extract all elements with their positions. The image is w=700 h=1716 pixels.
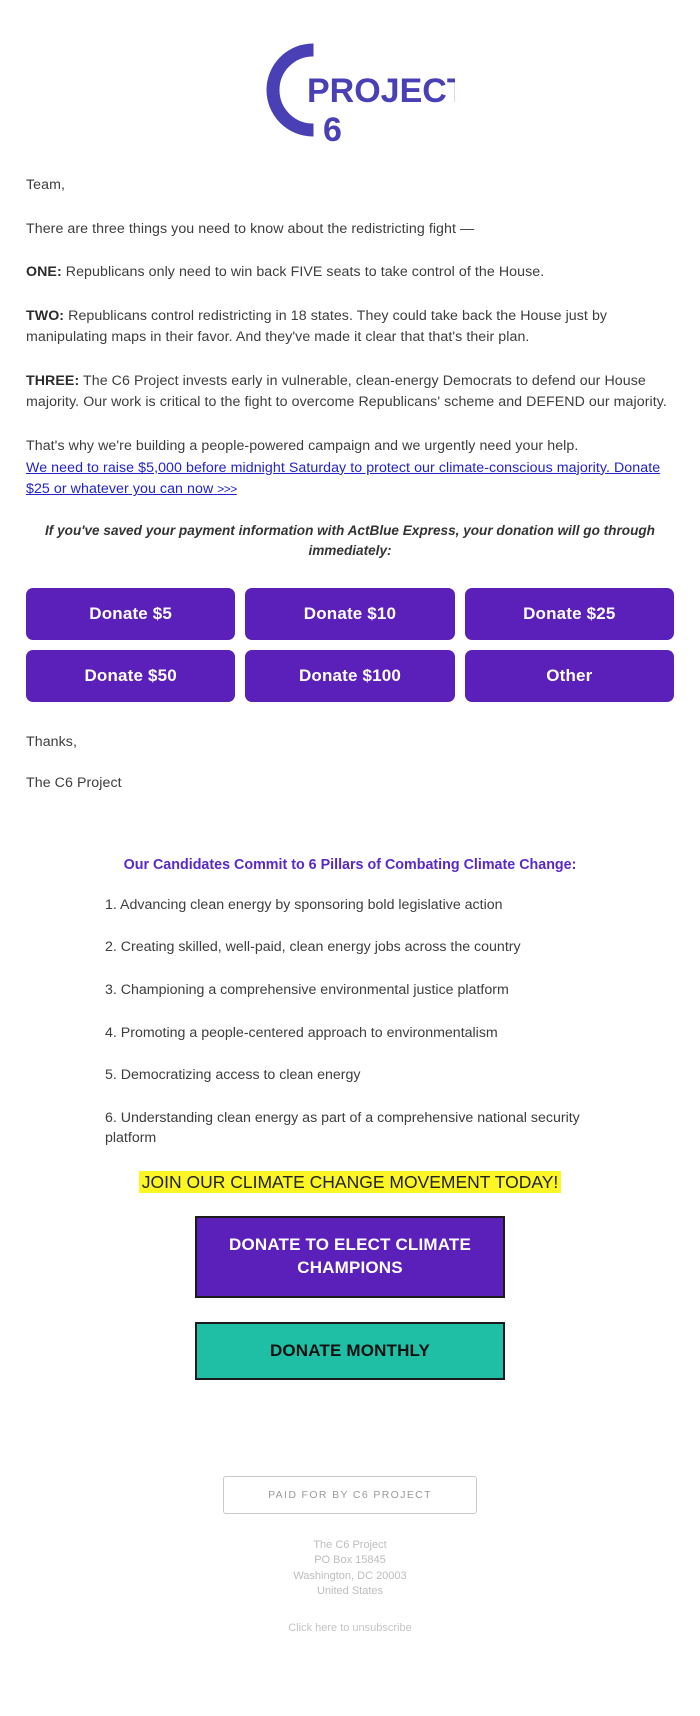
c6-project-logo-icon: PROJECT 6	[265, 43, 455, 148]
point-two-text: Republicans control redistricting in 18 …	[26, 307, 608, 346]
closing-ask-paragraph: That's why we're building a people-power…	[26, 436, 674, 501]
pillar-item-3: 3. Championing a comprehensive environme…	[105, 981, 509, 998]
pillar-item-6: 6. Understanding clean energy as part of…	[105, 1109, 580, 1147]
logo-word-project: PROJECT	[307, 72, 455, 110]
footer-org: The C6 Project	[313, 1538, 387, 1551]
footer-city-state-zip: Washington, DC 20003	[293, 1569, 407, 1582]
donate-button-25[interactable]: Donate $25	[464, 587, 674, 640]
pillars-title: Our Candidates Commit to 6 Pillars of Co…	[123, 856, 577, 873]
pillars-list: 1. Advancing clean energy by sponsoring …	[0, 895, 700, 1149]
actblue-express-note: If you've saved your payment information…	[45, 522, 655, 559]
donation-amount-grid: Donate $5 Donate $10 Donate $25 Donate $…	[0, 587, 700, 702]
pillar-item-2: 2. Creating skilled, well-paid, clean en…	[105, 939, 521, 956]
donate-button-50[interactable]: Donate $50	[26, 649, 236, 702]
pillar-item-5: 5. Democratizing access to clean energy	[105, 1067, 361, 1084]
point-one: ONE: Republicans only need to win back F…	[26, 262, 674, 284]
chevrons-icon: >>>	[217, 482, 237, 497]
movement-highlight-text: JOIN OUR CLIMATE CHANGE MOVEMENT TODAY!	[138, 1170, 562, 1193]
pillar-item-4: 4. Promoting a people-centered approach …	[105, 1024, 498, 1041]
movement-highlight-row: JOIN OUR CLIMATE CHANGE MOVEMENT TODAY!	[0, 1170, 700, 1194]
donate-button-100[interactable]: Donate $100	[245, 649, 455, 702]
point-three: THREE: The C6 Project invests early in v…	[26, 371, 674, 414]
donate-inline-link[interactable]: We need to raise $5,000 before midnight …	[26, 460, 660, 498]
c6-project-logo: PROJECT 6	[245, 40, 455, 148]
point-three-text: The C6 Project invests early in vulnerab…	[26, 372, 667, 411]
cta-button-group: DONATE TO ELECT CLIMATE CHAMPIONS DONATE…	[0, 1215, 700, 1380]
signoff-block: Thanks, The C6 Project	[0, 732, 700, 795]
pillar-item-1: 1. Advancing clean energy by sponsoring …	[105, 896, 503, 913]
donate-button-5[interactable]: Donate $5	[26, 587, 236, 640]
greeting: Team,	[26, 177, 65, 193]
signoff-name: The C6 Project	[26, 775, 122, 792]
footer-country: United States	[316, 1585, 384, 1598]
signoff-thanks: Thanks,	[26, 733, 77, 750]
donate-button-10[interactable]: Donate $10	[245, 587, 455, 640]
unsubscribe-link[interactable]: Click here to unsubscribe	[288, 1622, 412, 1634]
donate-inline-link-text: We need to raise $5,000 before midnight …	[26, 459, 661, 498]
footer-po-box: PO Box 15845	[314, 1554, 386, 1567]
letter-body: Team, There are three things you need to…	[0, 175, 700, 501]
point-one-label: ONE:	[26, 264, 62, 281]
email-body: PROJECT 6 Team, There are three things y…	[0, 0, 700, 1677]
donate-monthly-button[interactable]: DONATE MONTHLY	[195, 1321, 505, 1380]
point-one-text: Republicans only need to win back FIVE s…	[61, 264, 545, 281]
point-three-label: THREE:	[26, 372, 80, 389]
point-two-label: TWO:	[26, 307, 65, 324]
donate-button-other[interactable]: Other	[464, 649, 674, 702]
logo-numeral-6: 6	[323, 111, 342, 148]
pillars-section: Our Candidates Commit to 6 Pillars of Co…	[0, 815, 700, 1149]
point-two: TWO: Republicans control redistricting i…	[26, 306, 674, 349]
paid-for-disclaimer: PAID FOR BY C6 PROJECT	[223, 1475, 477, 1514]
logo-header: PROJECT 6	[0, 0, 700, 175]
email-footer: PAID FOR BY C6 PROJECT The C6 Project PO…	[0, 1380, 700, 1676]
closing-ask-text: That's why we're building a people-power…	[26, 438, 579, 455]
intro-paragraph: There are three things you need to know …	[26, 220, 475, 237]
donate-elect-climate-champions-button[interactable]: DONATE TO ELECT CLIMATE CHAMPIONS	[195, 1215, 505, 1298]
